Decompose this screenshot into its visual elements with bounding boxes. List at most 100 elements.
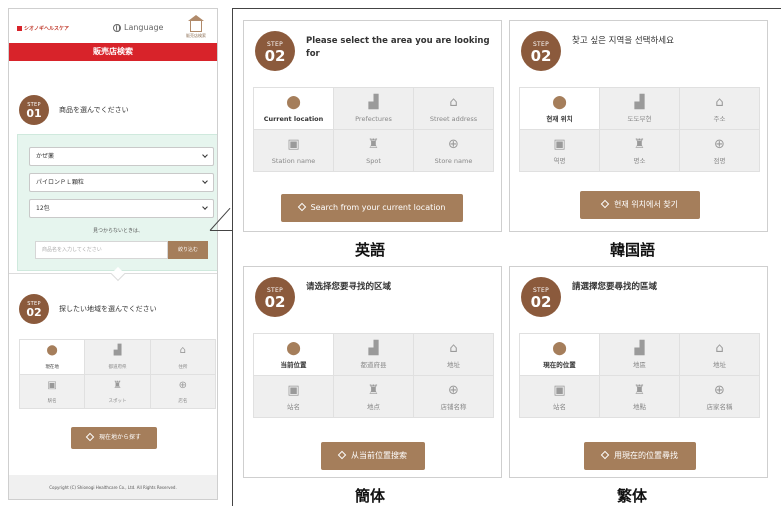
narrow-down-button[interactable]: 絞り込む (168, 241, 208, 259)
option-station[interactable]: ▣ 駅名 (20, 374, 85, 408)
option-current-location[interactable]: ⬤ 現在的位置 (520, 334, 599, 375)
caption-traditional-chinese: 繁体 (617, 487, 648, 505)
option-label: 住所 (178, 364, 188, 370)
package-select[interactable]: 12包 (29, 199, 214, 218)
option-label: Spot (366, 157, 381, 165)
option-station[interactable]: ▣ 站名 (254, 376, 333, 417)
option-address[interactable]: ⌂ 地址 (414, 334, 493, 375)
connector-line-bottom (210, 230, 232, 231)
store-search-shortcut-label: 販売店検索 (186, 33, 206, 38)
option-prefectures[interactable]: ▟ 地區 (600, 334, 679, 375)
language-selector[interactable]: Language (113, 23, 163, 32)
card-question: 찾고 싶은 지역을 선택하세요 (572, 36, 674, 46)
card-english: STEP 02 Please select the area you are lo… (243, 20, 502, 232)
pin-icon: ⬤ (286, 95, 301, 110)
option-label: 地址 (713, 361, 726, 369)
search-current-location-button[interactable]: 현재 위치에서 찾기 (580, 191, 700, 219)
option-current-location[interactable]: ⬤ Current location (254, 88, 333, 129)
option-address[interactable]: ⌂ 地址 (680, 334, 759, 375)
option-spot[interactable]: ♜ 명소 (600, 130, 679, 171)
option-spot[interactable]: ♜ スポット (85, 374, 150, 408)
option-prefectures[interactable]: ▟ 도도부현 (600, 88, 679, 129)
house-icon: ⌂ (715, 341, 724, 356)
option-station[interactable]: ▣ Station name (254, 130, 333, 171)
search-current-location-button[interactable]: 現在地から探す (71, 427, 157, 449)
option-label: 店铺名称 (440, 403, 467, 411)
magnifier-icon: ⊕ (448, 137, 459, 152)
step-2-badge: STEP 02 (521, 277, 561, 317)
stairs-icon: ▟ (368, 341, 379, 356)
option-label: 地点 (367, 403, 380, 411)
area-option-grid: ⬤ 현재 위치 ▟ 도도부현 ⌂ 주소 ▣ 역명 ♜ 명소 ⊕ 점명 (519, 87, 760, 172)
card-simplified-chinese: STEP 02 请选择您要寻找的区域 ⬤ 当前位置 ▟ 都道府县 ⌂ 地址 ▣ 站名 ♜ 地… (243, 266, 502, 478)
option-label: 地址 (447, 361, 460, 369)
option-address[interactable]: ⌂ Street address (414, 88, 493, 129)
card-traditional-chinese: STEP 02 請選擇您要尋找的區域 ⬤ 現在的位置 ▟ 地區 ⌂ 地址 ▣ 站名 ♜ 地點… (509, 266, 768, 478)
chevron-down-icon (202, 178, 208, 184)
train-icon: ▣ (553, 383, 566, 398)
option-label: 현재 위치 (546, 115, 573, 123)
globe-icon (113, 23, 121, 32)
diamond-icon (600, 450, 610, 459)
option-store-name[interactable]: ⊕ 店家名稱 (680, 376, 759, 417)
category-select-value: かぜ薬 (36, 153, 55, 160)
option-label: 역명 (553, 157, 566, 165)
caption-simplified-chinese: 簡体 (355, 487, 386, 505)
option-prefectures[interactable]: ▟ 都道府県 (85, 340, 150, 374)
option-label: 都道府県 (108, 364, 127, 370)
product-select-value: パイロンＰＬ顆粒 (36, 179, 85, 186)
option-address[interactable]: ⌂ 住所 (150, 340, 215, 374)
stairs-icon: ▟ (368, 95, 379, 110)
caption-korean: 韓国語 (610, 241, 656, 259)
stairs-icon: ▟ (634, 95, 645, 110)
option-label: 都道府县 (360, 361, 387, 369)
house-icon: ⌂ (449, 95, 458, 110)
search-current-location-button[interactable]: Search from your current location (281, 194, 463, 222)
option-station[interactable]: ▣ 站名 (520, 376, 599, 417)
option-store-name[interactable]: ⊕ 店铺名称 (414, 376, 493, 417)
logo-text: シオノギヘルスケア (24, 26, 70, 32)
magnifier-icon: ⊕ (714, 137, 725, 152)
option-label: 점명 (713, 157, 726, 165)
option-store-name[interactable]: ⊕ 店名 (150, 374, 215, 408)
store-search-shortcut[interactable]: 販売店検索 (180, 15, 212, 39)
option-station[interactable]: ▣ 역명 (520, 130, 599, 171)
diamond-icon (337, 450, 347, 459)
tower-icon: ♜ (633, 137, 646, 152)
search-button-label: 用現在的位置尋找 (614, 451, 678, 460)
brand-logo[interactable]: シオノギヘルスケア (17, 25, 69, 32)
page-title: 販売店検索 (9, 43, 217, 61)
option-label: スポット (108, 399, 127, 404)
language-label: Language (124, 23, 164, 32)
search-button-label: 从当前位置搜索 (351, 451, 407, 460)
option-label: 명소 (633, 157, 646, 165)
option-address[interactable]: ⌂ 주소 (680, 88, 759, 129)
option-label: 現在的位置 (543, 361, 576, 369)
pin-icon: ⬤ (286, 341, 301, 356)
stairs-icon: ▟ (634, 341, 645, 356)
option-current-location[interactable]: ⬤ 当前位置 (254, 334, 333, 375)
option-store-name[interactable]: ⊕ Store name (414, 130, 493, 171)
search-current-location-button[interactable]: 用現在的位置尋找 (584, 442, 696, 470)
category-select[interactable]: かぜ薬 (29, 147, 214, 166)
option-spot[interactable]: ♜ 地點 (600, 376, 679, 417)
area-option-grid: ⬤ 現在地 ▟ 都道府県 ⌂ 住所 ▣ 駅名 ♜ スポット ⊕ 店名 (19, 339, 216, 409)
option-label: 当前位置 (280, 361, 307, 369)
product-select[interactable]: パイロンＰＬ顆粒 (29, 173, 214, 192)
option-spot[interactable]: ♜ 地点 (334, 376, 413, 417)
search-current-location-button[interactable]: 从当前位置搜索 (321, 442, 425, 470)
option-label: 地區 (633, 361, 646, 369)
option-label: Station name (271, 157, 316, 165)
option-store-name[interactable]: ⊕ 점명 (680, 130, 759, 171)
option-label: 店家名稱 (706, 403, 733, 411)
option-current-location[interactable]: ⬤ 현재 위치 (520, 88, 599, 129)
option-current-location[interactable]: ⬤ 現在地 (20, 340, 85, 374)
store-icon (190, 21, 202, 32)
product-name-input[interactable]: 商品名を入力してください (35, 241, 168, 259)
option-spot[interactable]: ♜ Spot (334, 130, 413, 171)
option-prefectures[interactable]: ▟ 都道府县 (334, 334, 413, 375)
stairs-icon: ▟ (113, 345, 122, 356)
option-label: 站名 (287, 403, 300, 411)
option-prefectures[interactable]: ▟ Prefectures (334, 88, 413, 129)
card-question: Please select the area you are looking f… (306, 36, 490, 59)
